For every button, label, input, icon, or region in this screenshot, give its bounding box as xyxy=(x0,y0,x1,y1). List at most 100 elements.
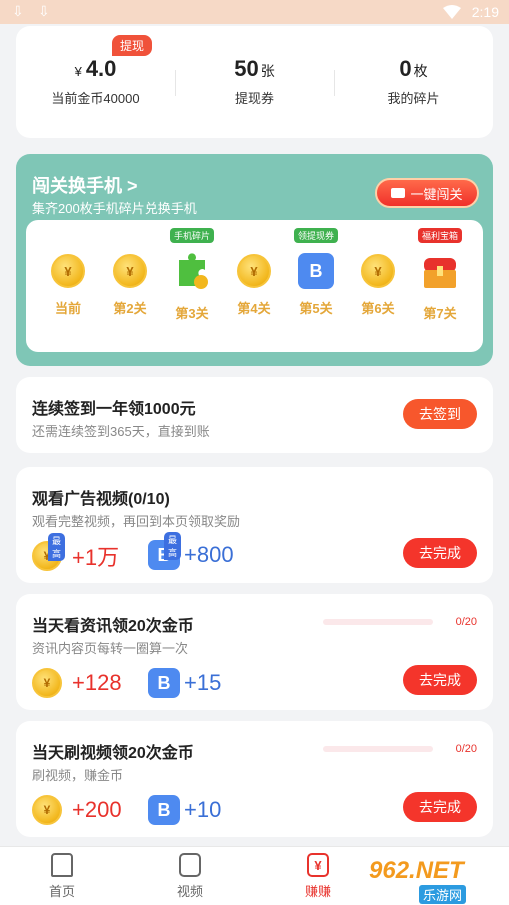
stage-item[interactable]: 手机碎片 第3关 xyxy=(162,228,222,322)
nav-item-earn[interactable]: ¥ 赚赚 xyxy=(278,853,358,900)
stats-card: 提现 ¥4.0 当前金币40000 50 张 提现券 0枚 我的碎片 xyxy=(16,26,493,138)
coin-reward-value: +128 xyxy=(72,670,122,695)
coupon-icon: B xyxy=(298,253,334,289)
coin-icon: ¥ xyxy=(32,668,62,698)
currency-symbol: ¥ xyxy=(74,64,82,79)
complete-button[interactable]: 去完成 xyxy=(403,792,477,822)
complete-button[interactable]: 去完成 xyxy=(403,665,477,695)
task-progress-bar xyxy=(323,619,433,625)
coin-icon: ¥ xyxy=(113,254,147,288)
coins-value: 4.0 xyxy=(85,56,117,81)
coin-icon: ¥ xyxy=(237,254,271,288)
coin-reward-value: +1万 xyxy=(72,545,120,570)
stage-label: 当前 xyxy=(54,301,81,316)
wifi-icon xyxy=(443,5,461,19)
puzzle-icon xyxy=(173,252,211,290)
nav-label: 赚赚 xyxy=(304,884,331,899)
coupon-reward-value: +10 xyxy=(184,797,222,822)
signin-title: 连续签到一年领1000元 xyxy=(32,401,196,418)
coupons-stat[interactable]: 50 张 提现券 xyxy=(175,56,334,107)
coin-icon: ¥ xyxy=(361,254,395,288)
stage-item[interactable]: 领提现券 B 第5关 xyxy=(286,228,346,317)
stage-label: 第5关 xyxy=(299,301,333,316)
video-icon xyxy=(179,853,201,877)
task-progress-text: 0/20 xyxy=(455,743,477,755)
task-card: 观看广告视频(0/10) 观看完整视频，再回到本页领取奖励 ¥ 最高 +1万 B… xyxy=(16,467,493,583)
task-progress-bar xyxy=(323,746,433,752)
home-icon xyxy=(51,853,73,877)
status-bar: ⇩ ⇩ 2:19 xyxy=(0,0,509,24)
watermark-text: 962.NET xyxy=(369,857,464,884)
coin-reward: ¥ +128 xyxy=(32,668,122,698)
stage-item[interactable]: ¥ 第4关 xyxy=(224,252,284,317)
task-title: 当天刷视频领20次金币 xyxy=(32,745,194,762)
coins-label: 当前金币40000 xyxy=(51,91,140,106)
stage-label: 第4关 xyxy=(237,301,271,316)
coins-stat[interactable]: ¥4.0 当前金币40000 xyxy=(16,56,175,107)
fragments-value: 0 xyxy=(399,56,412,81)
one-click-challenge-button[interactable]: 一键闯关 xyxy=(375,178,479,208)
coupons-label: 提现券 xyxy=(234,91,274,106)
stage-track: ¥ 当前 ¥ 第2关 手机碎片 第3关 ¥ 第4关 领提现券 B 第5关 ¥ 第… xyxy=(26,220,483,352)
download-icon: ⇩ xyxy=(12,3,24,19)
task-card: 当天看资讯领20次金币 资讯内容页每转一圈算一次 0/20 ¥ +128 B +… xyxy=(16,594,493,710)
task-progress-text: 0/20 xyxy=(455,616,477,628)
max-tag: 最高 xyxy=(164,532,182,560)
nav-label: 首页 xyxy=(48,884,75,899)
earn-icon: ¥ xyxy=(307,853,329,877)
stage-item[interactable]: 福利宝箱 第7关 xyxy=(410,228,470,322)
coupon-icon: B xyxy=(148,795,180,825)
stage-item[interactable]: ¥ 当前 xyxy=(38,252,98,317)
coupon-reward-value: +800 xyxy=(184,542,234,567)
nav-label: 视频 xyxy=(176,884,203,899)
stage-item[interactable]: ¥ 第2关 xyxy=(100,252,160,317)
level-card-title[interactable]: 闯关换手机 > xyxy=(32,172,138,198)
task-desc: 资讯内容页每转一圈算一次 xyxy=(32,641,189,656)
level-card-subtitle: 集齐200枚手机碎片兑换手机 xyxy=(32,201,197,216)
task-desc: 刷视频，赚金币 xyxy=(32,768,124,783)
coupon-icon: B xyxy=(148,668,180,698)
signin-desc: 还需连续签到365天，直接到账 xyxy=(32,424,210,439)
stage-tag: 手机碎片 xyxy=(169,228,215,243)
watermark-sub: 乐游网 xyxy=(419,885,467,904)
watermark-logo: 962.NET 乐游网 xyxy=(369,857,503,904)
complete-button[interactable]: 去完成 xyxy=(403,538,477,568)
stage-tag: 领提现券 xyxy=(293,228,339,243)
stage-tag: 福利宝箱 xyxy=(417,228,463,243)
signin-card: 连续签到一年领1000元 还需连续签到365天，直接到账 去签到 xyxy=(16,377,493,453)
download-icon: ⇩ xyxy=(38,3,50,19)
nav-item-video[interactable]: 视频 xyxy=(150,853,230,900)
stage-label: 第2关 xyxy=(113,301,147,316)
fragments-unit: 枚 xyxy=(413,63,428,79)
coin-reward: ¥ 最高 +1万 xyxy=(32,533,120,572)
task-card: 当天刷视频领20次金币 刷视频，赚金币 0/20 ¥ +200 B +10 去完… xyxy=(16,721,493,837)
withdraw-badge[interactable]: 提现 xyxy=(112,35,153,56)
coupons-value: 50 xyxy=(234,56,259,81)
coin-icon: ¥ xyxy=(32,795,62,825)
fragments-label: 我的碎片 xyxy=(387,91,440,106)
task-title: 当天看资讯领20次金币 xyxy=(32,618,194,635)
level-challenge-card: 闯关换手机 > 集齐200枚手机碎片兑换手机 一键闯关 ¥ 当前 ¥ 第2关 手… xyxy=(16,154,493,366)
treasure-chest-icon xyxy=(421,252,459,290)
coin-icon: ¥ xyxy=(51,254,85,288)
signin-button[interactable]: 去签到 xyxy=(403,399,477,429)
one-click-challenge-label: 一键闯关 xyxy=(410,186,463,202)
stage-label: 第3关 xyxy=(175,306,209,321)
coupon-reward: B 最高 +800 xyxy=(148,532,234,570)
fragments-stat[interactable]: 0枚 我的碎片 xyxy=(334,56,493,107)
coupons-unit: 张 xyxy=(260,63,275,79)
task-desc: 观看完整视频，再回到本页领取奖励 xyxy=(32,514,241,529)
bottom-nav: 首页 视频 ¥ 赚赚 962.NET 乐游网 xyxy=(0,846,509,905)
coin-reward: ¥ +200 xyxy=(32,795,122,825)
stage-item[interactable]: ¥ 第6关 xyxy=(348,252,408,317)
max-tag: 最高 xyxy=(48,533,66,561)
coupon-reward: B +15 xyxy=(148,668,221,698)
stage-label: 第7关 xyxy=(423,306,457,321)
task-title: 观看广告视频(0/10) xyxy=(32,491,170,508)
coin-reward-value: +200 xyxy=(72,797,122,822)
camera-icon xyxy=(391,188,406,198)
coupon-reward-value: +15 xyxy=(184,670,222,695)
nav-item-home[interactable]: 首页 xyxy=(22,853,102,900)
stage-label: 第6关 xyxy=(361,301,395,316)
clock: 2:19 xyxy=(471,4,499,20)
